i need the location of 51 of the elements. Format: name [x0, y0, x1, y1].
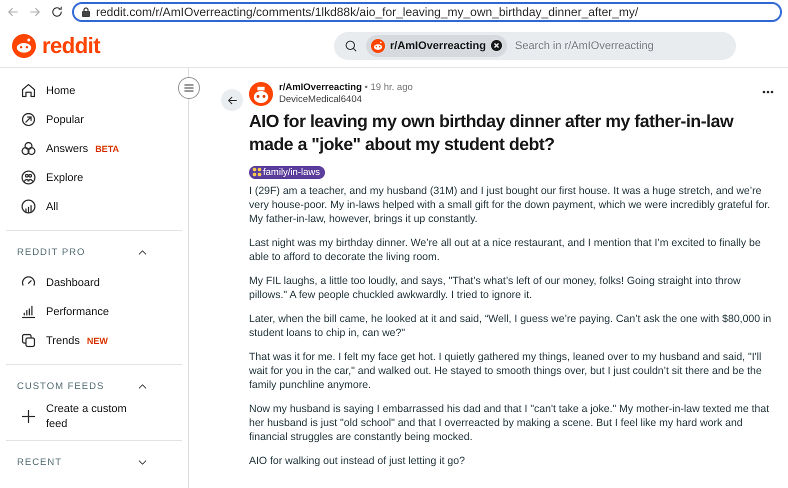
stacked-squares-icon	[20, 332, 37, 349]
post-paragraph: I (29F) am a teacher, and my husband (31M) and I just bought our first house. It was a huge stretch, and we’re very house-poor. My in-laws helped with a small gift for the down payment, which we were incredibly grateful for. My father-in-law, however, brings it up constantly.	[249, 184, 772, 226]
search-field[interactable]: r/AmIOverreacting Search in r/AmIOverreacting	[334, 32, 736, 60]
sidebar-item[interactable]: Home	[0, 76, 188, 105]
badge-label: NEW	[86, 336, 108, 346]
post-flair: family/in-laws	[249, 166, 326, 178]
post-time: • 19 hr. ago	[364, 82, 413, 93]
community-avatar-icon	[249, 82, 273, 106]
circles-icon	[20, 140, 37, 157]
sidebar-item[interactable]: Popular	[0, 105, 188, 134]
logo-text: reddit	[42, 32, 100, 58]
post-paragraph: Now my husband is saying I embarrassed his dad and that I "can't take a joke." My mother-in-law texted me that her husband is just "old school" and that I overreacted by making a scene. But I feel like my hard work and financial struggles are constantly being mocked.	[249, 402, 770, 444]
post-paragraph: AIO for walking out instead of just letting it go?	[249, 454, 466, 468]
section-heading: CUSTOM FEEDS	[17, 380, 104, 392]
community-chip[interactable]: r/AmIOverreacting	[366, 34, 507, 56]
sidebar-item[interactable]: Explore	[0, 163, 188, 192]
reddit-logo-icon	[12, 34, 36, 58]
clear-icon[interactable]	[490, 40, 502, 51]
lock-icon	[82, 7, 90, 17]
post-paragraph: My FIL laughs, a little too loudly, and says, "That’s what’s left of our money, folks! Going straight into throw pillows." A few people chuckled awkwardly. I tried to ignore it.	[249, 274, 742, 302]
bar-chart-circle-icon	[20, 198, 37, 215]
bar-chart-icon	[20, 303, 37, 320]
plus-icon	[20, 408, 37, 425]
reload-icon[interactable]	[50, 5, 64, 19]
sidebar-item[interactable]: Trends NEW	[0, 326, 188, 355]
post-paragraph: That was it for me. I felt my face get hot. I quietly gathered my things, leaned over to my husband and said, "I'll wait for you in the car," and walked out. He stayed to smooth things over, but I just couldn’t sit there and be the family punchline anymore.	[249, 350, 763, 392]
menu-icon	[183, 82, 195, 94]
sidebar-item[interactable]: Performance	[0, 297, 188, 326]
post-paragraph: Later, when the bill came, he looked at it and said, “Well, I guess we’re paying. Can’t ask the one with $80,000 in student loans to chip in, can we?"	[249, 312, 772, 340]
back-arrow-icon	[226, 94, 238, 106]
menu-button[interactable]	[178, 77, 200, 99]
sidebar-item[interactable]: Answers BETA	[0, 134, 188, 163]
author-name[interactable]: DeviceMedical6404	[279, 94, 413, 106]
community-avatar-icon	[371, 38, 385, 52]
section-heading: RECENT	[17, 456, 62, 468]
subreddit-link[interactable]: r/AmIOverreacting	[279, 82, 362, 93]
search-icon	[344, 38, 358, 52]
sidebar-item[interactable]: Dashboard	[0, 268, 188, 297]
sidebar-item[interactable]: Create a custom feed	[0, 402, 188, 431]
address-bar[interactable]: reddit.com/r/AmIOverreacting/comments/1lkd88k/aio_for_leaving_my_own_birthday_dinner_after_my/	[72, 2, 782, 22]
badge-label: BETA	[95, 144, 120, 154]
sidebar-item[interactable]: All	[0, 192, 188, 221]
post-title: AIO for leaving my own birthday dinner after my father-in-law made a "joke" about my student debt?	[249, 110, 734, 156]
people-circle-icon	[20, 169, 37, 186]
back-button[interactable]	[221, 89, 243, 111]
home-icon	[20, 82, 37, 99]
post-paragraph: Last night was my birthday dinner. We’re all out at a nice restaurant, and I mention that I’m excited to finally be able to afford to decorate the living room.	[249, 236, 762, 264]
more-options-icon[interactable]	[762, 90, 774, 94]
search-placeholder: Search in r/AmIOverreacting	[514, 40, 654, 52]
people-icon	[252, 167, 262, 177]
section-heading: REDDIT PRO	[17, 246, 86, 258]
